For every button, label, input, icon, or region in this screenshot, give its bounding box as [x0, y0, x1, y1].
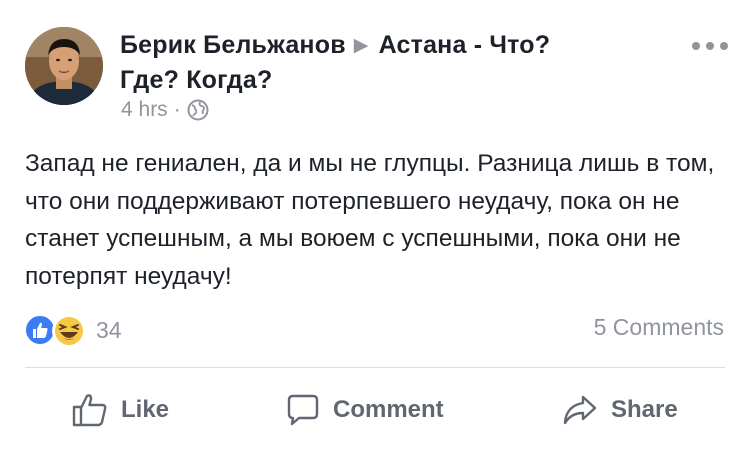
globe-icon: [187, 99, 209, 121]
post-title-line-1: Берик Бельжанов ▶ Астана - Что?: [120, 28, 680, 63]
comment-bubble-icon: [287, 394, 319, 426]
right-triangle-icon: ▶: [353, 35, 369, 56]
meta-separator: ·: [173, 98, 181, 121]
actions-divider: [25, 367, 725, 368]
comment-button[interactable]: Comment: [285, 382, 444, 438]
share-label: Share: [611, 396, 678, 423]
post-timestamp[interactable]: 4 hrs: [121, 98, 168, 122]
comments-count-link[interactable]: 5 Comments: [594, 314, 724, 341]
reaction-icons: [24, 313, 90, 348]
like-button[interactable]: Like: [71, 382, 169, 438]
more-horizontal-icon[interactable]: [692, 38, 728, 54]
reaction-count[interactable]: 34: [96, 317, 122, 344]
comment-label: Comment: [333, 396, 444, 423]
more-dot: [706, 42, 714, 50]
group-name[interactable]: Астана - Что?: [379, 31, 551, 59]
like-label: Like: [121, 396, 170, 423]
thumbs-up-icon: [72, 394, 107, 427]
post-actions-bar: Like Comment Share: [25, 382, 725, 438]
post-title-line-2[interactable]: Где? Когда?: [120, 63, 680, 97]
post-header: Берик Бельжанов ▶ Астана - Что? Где? Когда…: [120, 28, 680, 97]
share-arrow-icon: [563, 395, 597, 425]
haha-reaction-icon: [52, 314, 86, 348]
more-dot: [720, 42, 728, 50]
more-dot: [692, 42, 700, 50]
post-meta: 4 hrs ·: [121, 98, 209, 122]
reactions-summary[interactable]: 34: [24, 312, 122, 348]
share-button[interactable]: Share: [561, 382, 678, 438]
feed-post: Берик Бельжанов ▶ Астана - Что? Где? Когда…: [0, 0, 750, 449]
author-name[interactable]: Берик Бельжанов: [120, 31, 346, 59]
author-avatar[interactable]: [25, 27, 103, 105]
post-body-text: Запад не гениален, да и мы не глупцы. Ра…: [25, 150, 715, 290]
